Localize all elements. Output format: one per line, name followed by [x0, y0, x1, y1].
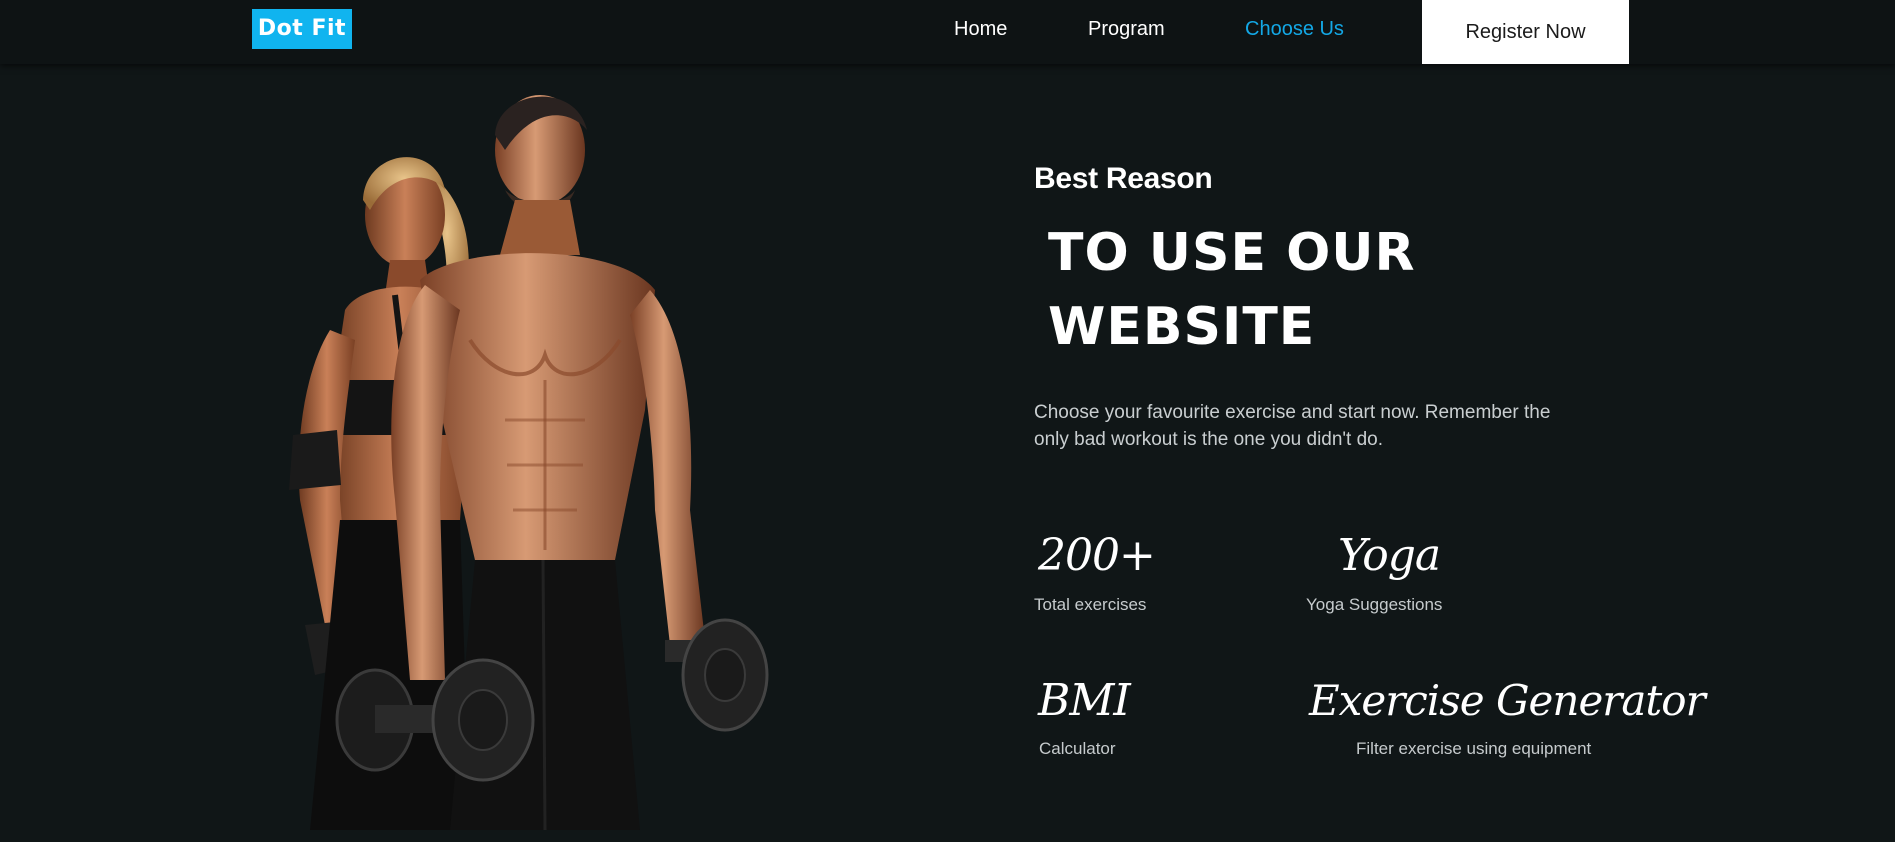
stat-generator-value: Exercise Generator: [1309, 676, 1706, 725]
navbar: Dot Fit Home Program Choose Us Register …: [0, 0, 1895, 64]
register-now-button[interactable]: Register Now: [1422, 0, 1629, 64]
section-description: Choose your favourite exercise and start…: [1034, 402, 1551, 450]
stat-generator-caption: Filter exercise using equipment: [1356, 739, 1592, 758]
athletes-with-dumbbells-photo: [289, 95, 769, 830]
stat-bmi-value: BMI: [1038, 675, 1131, 726]
logo[interactable]: Dot Fit: [252, 9, 352, 49]
headline-line-2: WEBSITE: [1048, 297, 1316, 357]
stat-exercises-value: 200+: [1038, 530, 1156, 581]
headline-line-1: TO USE OUR: [1048, 223, 1416, 283]
nav-link-program[interactable]: Program: [1088, 16, 1165, 42]
stat-exercises-caption: Total exercises: [1034, 595, 1147, 614]
stat-bmi-caption: Calculator: [1039, 739, 1116, 758]
nav-link-choose-us[interactable]: Choose Us: [1245, 16, 1344, 42]
section-kicker: Best Reason: [1034, 162, 1213, 195]
nav-link-home[interactable]: Home: [954, 16, 1007, 42]
stat-yoga-caption: Yoga Suggestions: [1306, 595, 1443, 614]
stat-yoga-value: Yoga: [1338, 530, 1441, 581]
section-headline: TO USE OUR WEBSITE: [1048, 216, 1568, 364]
